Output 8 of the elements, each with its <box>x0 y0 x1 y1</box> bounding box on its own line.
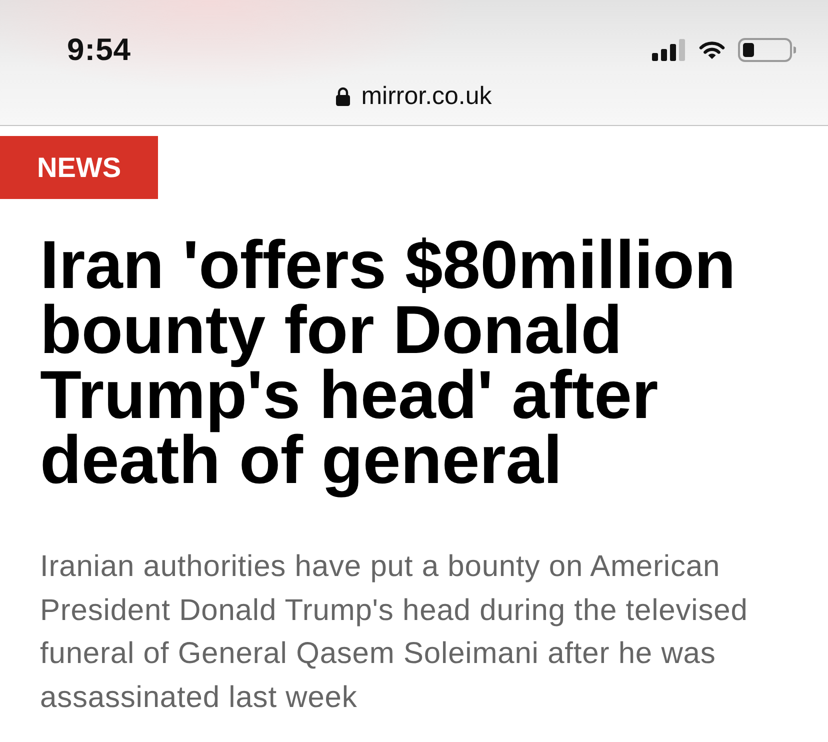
battery-icon <box>738 38 796 62</box>
section-link[interactable]: NEWS <box>0 136 158 199</box>
article-summary: Iranian authorities have put a bounty on American President Donald Trump's head during the televised funeral of General Qasem Soleimani after he was assassinated last week <box>40 549 749 716</box>
headline: Iran 'offers $80million bounty for Donald Trump's head' after death of general <box>40 227 737 500</box>
wifi-icon <box>699 40 725 60</box>
clock-time: 9:54 <box>67 32 132 68</box>
address-bar[interactable]: mirror.co.uk <box>332 81 496 111</box>
signal-strength-icon <box>652 39 686 61</box>
